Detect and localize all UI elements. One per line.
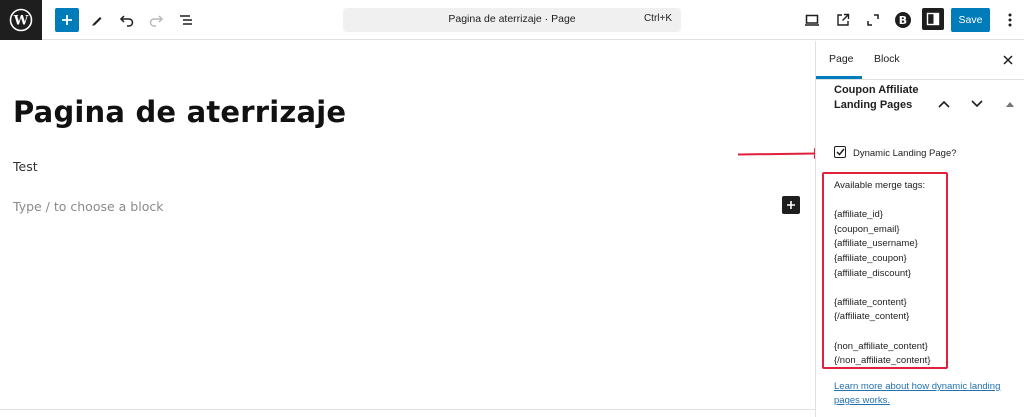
- redo-button[interactable]: [143, 7, 169, 33]
- save-button[interactable]: Save: [951, 8, 990, 32]
- command-shortcut: Ctrl+K: [643, 13, 672, 24]
- block-inserter-button[interactable]: [782, 196, 800, 214]
- chevron-down-icon: [971, 100, 983, 108]
- pencil-icon: [92, 17, 102, 26]
- options-button[interactable]: [997, 7, 1023, 33]
- document-title-bar[interactable]: Pagina de aterrizaje · Page Ctrl+K: [343, 8, 681, 32]
- list-view-button[interactable]: [173, 7, 199, 33]
- close-sidebar-button[interactable]: [1001, 53, 1015, 67]
- plus-icon: [62, 15, 72, 25]
- tab-page[interactable]: Page: [829, 53, 854, 65]
- merge-tag: {affiliate_discount}: [834, 267, 911, 279]
- tools-button[interactable]: [84, 7, 110, 33]
- merge-tag: {affiliate_id}: [834, 209, 883, 221]
- editor-header: W Pagina de aterrizaje · Page Ctrl+K B S…: [0, 0, 1024, 40]
- svg-text:B: B: [899, 14, 907, 27]
- move-panel-up-button[interactable]: [937, 97, 951, 111]
- tab-block[interactable]: Block: [874, 53, 900, 65]
- view-page-button[interactable]: [830, 7, 856, 33]
- svg-text:W: W: [13, 14, 29, 29]
- block-placeholder[interactable]: Type / to choose a block: [13, 199, 163, 214]
- fullscreen-button[interactable]: [860, 7, 886, 33]
- merge-tag: {coupon_email}: [834, 223, 900, 235]
- move-panel-down-button[interactable]: [970, 97, 984, 111]
- document-title: Pagina de aterrizaje · Page: [448, 13, 576, 25]
- merge-tag: {/affiliate_content}: [834, 311, 910, 323]
- merge-tag: {affiliate_username}: [834, 238, 918, 250]
- list-view-icon: [180, 15, 192, 25]
- desktop-preview-icon: [805, 14, 819, 26]
- panel-title[interactable]: Coupon Affiliate Landing Pages: [834, 83, 929, 112]
- paragraph-block[interactable]: Test: [13, 159, 38, 174]
- close-icon: [1003, 55, 1013, 65]
- merge-tag: {affiliate_content}: [834, 296, 907, 308]
- undo-button[interactable]: [114, 7, 140, 33]
- post-title[interactable]: Pagina de aterrizaje: [13, 95, 346, 129]
- merge-tag: {non_affiliate_content}: [834, 340, 928, 352]
- plugin-button[interactable]: B: [890, 7, 916, 33]
- dynamic-landing-checkbox[interactable]: [834, 146, 846, 158]
- settings-sidebar: Page Block Coupon Affiliate Landing Page…: [815, 41, 1024, 417]
- more-vertical-icon: [1008, 13, 1012, 27]
- undo-icon: [119, 15, 134, 27]
- learn-more-link[interactable]: Learn more about how dynamic landing pag…: [834, 380, 1019, 408]
- merge-tag: {affiliate_coupon}: [834, 252, 907, 264]
- active-tab-indicator: [816, 76, 862, 79]
- editor-canvas: Pagina de aterrizaje Test Type / to choo…: [0, 41, 815, 417]
- checkmark-icon: [835, 148, 845, 156]
- canvas-divider: [0, 409, 815, 410]
- redo-icon: [149, 15, 164, 27]
- settings-sidebar-toggle[interactable]: [922, 8, 944, 30]
- merge-tags-heading: Available merge tags:: [834, 180, 926, 191]
- caret-up-icon: [1006, 102, 1014, 107]
- merge-tags-list: Available merge tags: {affiliate_id} {cou…: [834, 179, 931, 369]
- merge-tag: {/non_affiliate_content}: [834, 355, 931, 367]
- chevron-up-icon: [938, 100, 950, 108]
- dynamic-landing-label[interactable]: Dynamic Landing Page?: [853, 148, 957, 159]
- sidebar-tabs: Page Block: [816, 41, 1024, 80]
- plugin-b-icon: B: [895, 12, 911, 28]
- add-block-button[interactable]: [55, 8, 79, 32]
- sidebar-settings-icon: [926, 12, 940, 26]
- plus-icon: [787, 201, 795, 209]
- external-link-icon: [837, 13, 850, 26]
- collapse-panel-button[interactable]: [1003, 97, 1017, 111]
- wordpress-logo-icon[interactable]: W: [0, 0, 42, 40]
- preview-button[interactable]: [799, 7, 825, 33]
- fullscreen-icon: [867, 14, 879, 26]
